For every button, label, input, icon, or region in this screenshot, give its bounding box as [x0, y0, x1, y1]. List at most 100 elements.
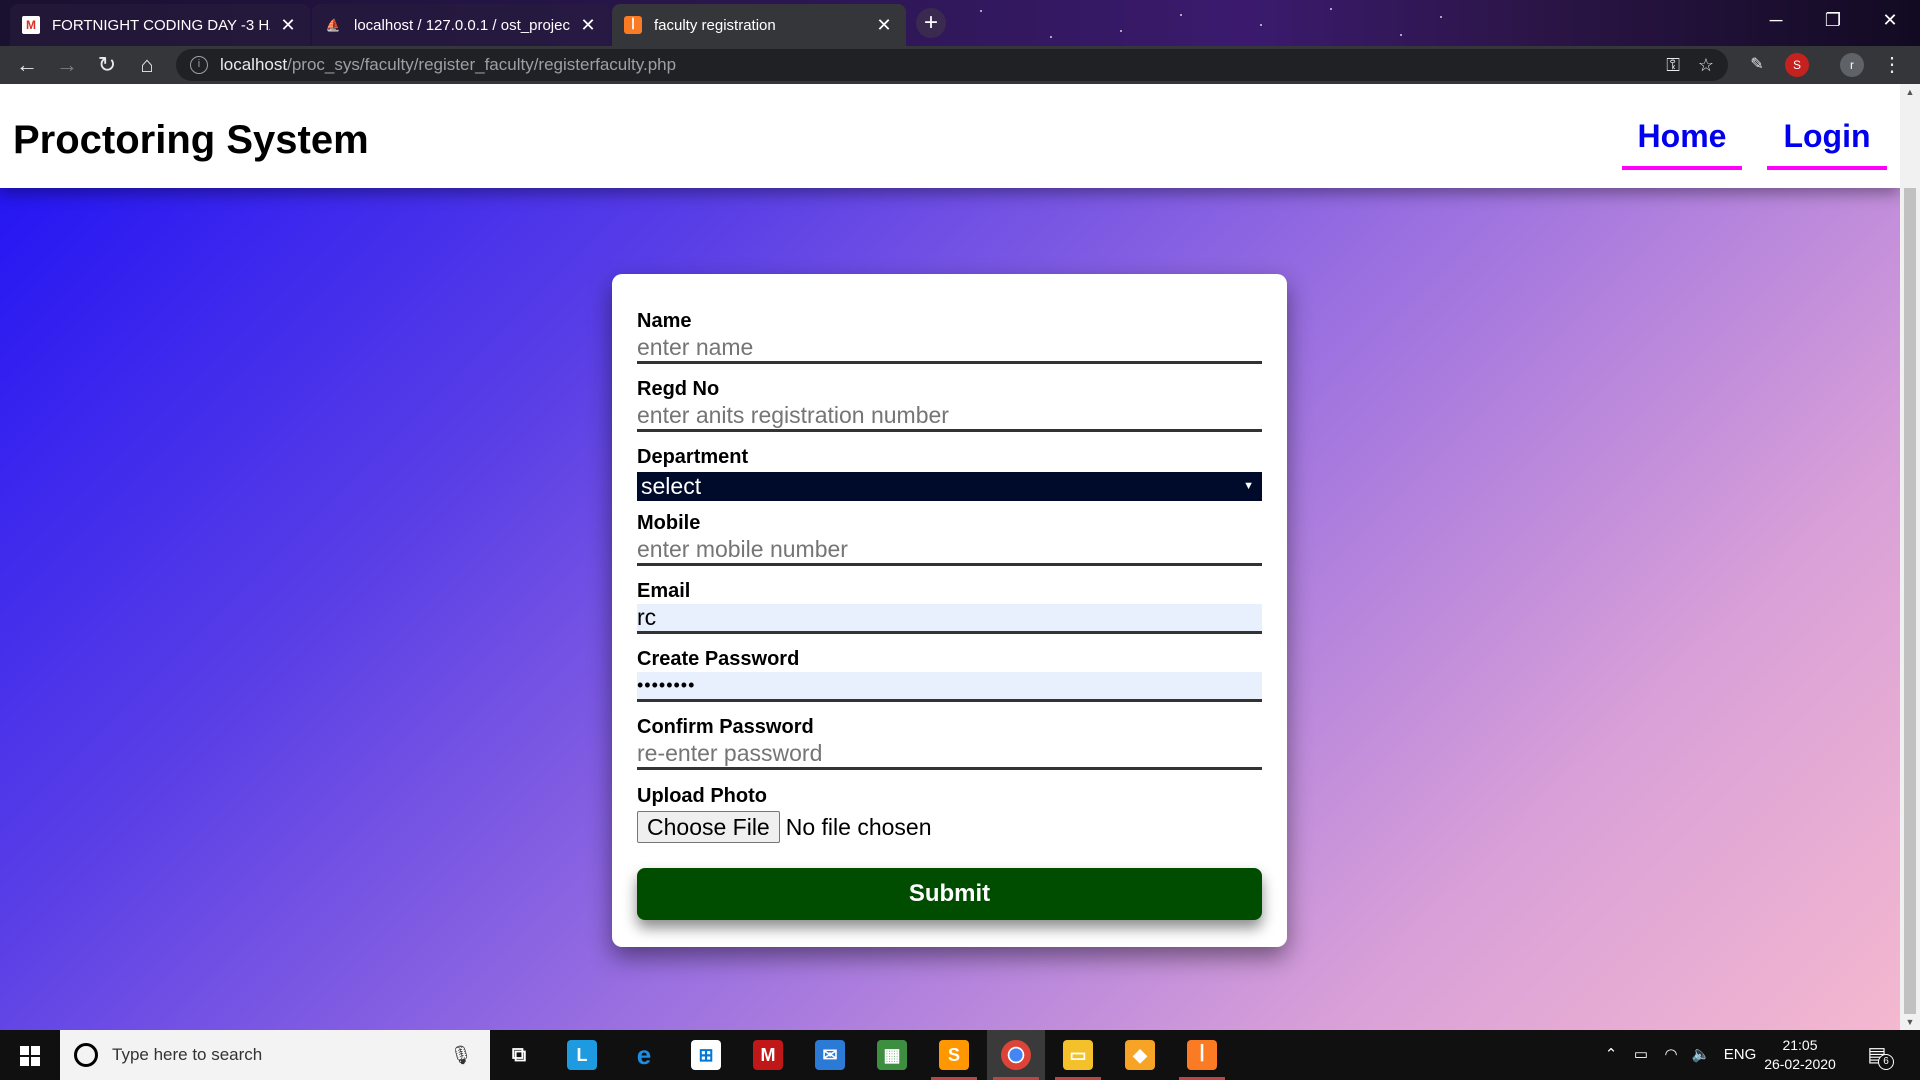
department-selected-value: select [641, 473, 702, 499]
pen-extension-icon[interactable]: ✎ [1745, 53, 1769, 77]
phpmyadmin-icon: ⛵ [325, 18, 341, 32]
package-icon[interactable]: ◆ [1111, 1030, 1169, 1080]
name-label: Name [637, 310, 692, 332]
regd-input[interactable] [637, 402, 1262, 432]
mobile-field: Mobile [637, 512, 1262, 566]
regd-label: Regd No [637, 378, 720, 400]
key-icon[interactable]: ⚿ [1666, 49, 1680, 81]
email-field: Email [637, 580, 1262, 634]
tab-title: faculty registration [654, 16, 776, 34]
nav-home-link[interactable]: Home [1622, 118, 1742, 170]
avatar[interactable]: r [1840, 53, 1864, 77]
email-label: Email [637, 580, 691, 602]
back-icon[interactable]: ← [12, 50, 42, 80]
start-button[interactable] [0, 1030, 60, 1080]
photo-label: Upload Photo [637, 785, 767, 807]
scroll-up-icon[interactable]: ▲ [1900, 84, 1920, 100]
page-scrollbar[interactable]: ▲ ▼ [1900, 84, 1920, 1030]
close-window-button[interactable]: ✕ [1862, 0, 1918, 40]
extension-icon[interactable]: S [1785, 53, 1809, 77]
task-view-icon[interactable]: ⧉ [490, 1030, 548, 1080]
chrome-icon[interactable] [987, 1030, 1045, 1080]
l-app-icon[interactable]: L [553, 1030, 611, 1080]
dropdown-arrow-icon: ▼ [1243, 480, 1254, 492]
photo-field: Upload Photo Choose File No file chosen [637, 785, 1262, 843]
close-icon[interactable]: ✕ [874, 15, 894, 36]
confirm-password-input[interactable] [637, 740, 1262, 770]
page-viewport: Proctoring System Home Login Name Regd N… [0, 84, 1900, 1030]
url-host: localhost [220, 55, 288, 74]
regd-field: Regd No [637, 378, 1262, 432]
file-input: Choose File No file chosen [637, 811, 1262, 843]
scrollbar-thumb[interactable] [1904, 188, 1916, 1014]
close-icon[interactable]: ✕ [578, 15, 598, 36]
file-status: No file chosen [785, 813, 932, 840]
mail-icon[interactable]: ✉ [801, 1030, 859, 1080]
language-indicator[interactable]: ENG [1720, 1030, 1760, 1080]
new-tab-button[interactable]: + [916, 8, 946, 38]
department-label: Department [637, 446, 749, 468]
xampp-icon: ꟾ [624, 16, 642, 34]
site-header: Proctoring System Home Login [0, 84, 1900, 188]
restore-button[interactable]: ❐ [1805, 0, 1861, 40]
clock-time: 21:05 [1782, 1037, 1818, 1053]
tab-title: localhost / 127.0.0.1 / ost_project [354, 16, 570, 34]
close-icon[interactable]: ✕ [278, 15, 298, 36]
choose-file-button[interactable]: Choose File [637, 811, 780, 843]
confirm-password-label: Confirm Password [637, 716, 814, 738]
edge-icon[interactable]: e [615, 1030, 673, 1080]
registration-form-card: Name Regd No Department select ▼ Mobile … [612, 274, 1287, 947]
browser-toolbar: ← → ↻ ⌂ i localhost/proc_sys/faculty/reg… [0, 46, 1920, 84]
show-hidden-icons-icon[interactable]: ⌃ [1598, 1030, 1624, 1080]
volume-icon[interactable]: 🔈 [1688, 1030, 1714, 1080]
image-app-icon[interactable]: ▦ [863, 1030, 921, 1080]
name-field: Name [637, 310, 1262, 364]
url-path: /proc_sys/faculty/register_faculty/regis… [287, 55, 677, 74]
mcafee-icon[interactable]: M [739, 1030, 797, 1080]
mobile-label: Mobile [637, 512, 701, 534]
notifications-icon[interactable]: ▤ 6 [1862, 1040, 1894, 1070]
battery-icon[interactable]: ▭ [1628, 1030, 1654, 1080]
clock[interactable]: 21:05 26-02-2020 [1760, 1036, 1840, 1074]
browser-tab-strip: M FORTNIGHT CODING DAY -3 HACK ✕ ⛵ local… [0, 0, 1920, 46]
scroll-down-icon[interactable]: ▼ [1900, 1014, 1920, 1030]
nav-login-link[interactable]: Login [1767, 118, 1887, 170]
cortana-icon [74, 1043, 98, 1067]
clock-date: 26-02-2020 [1764, 1056, 1836, 1072]
minimize-button[interactable]: ─ [1748, 0, 1804, 40]
gmail-icon: M [22, 16, 40, 34]
tab-title: FORTNIGHT CODING DAY -3 HACK [52, 16, 270, 34]
notification-count-badge: 6 [1878, 1054, 1894, 1070]
email-input[interactable] [637, 604, 1262, 634]
submit-button[interactable]: Submit [637, 868, 1262, 920]
microphone-icon[interactable]: 🎙 [446, 1045, 476, 1066]
mobile-input[interactable] [637, 536, 1262, 566]
site-title: Proctoring System [13, 118, 369, 162]
address-bar[interactable]: i localhost/proc_sys/faculty/register_fa… [176, 49, 1728, 81]
name-input[interactable] [637, 334, 1262, 364]
store-icon[interactable]: ⊞ [677, 1030, 735, 1080]
wifi-icon[interactable]: ◠ [1658, 1030, 1684, 1080]
search-placeholder: Type here to search [112, 1045, 263, 1064]
confirm-password-field: Confirm Password [637, 716, 1262, 770]
tab-faculty-registration[interactable]: ꟾ faculty registration ✕ [612, 4, 906, 46]
department-field: Department select ▼ [637, 446, 1262, 501]
xampp-taskbar-icon[interactable]: ꟾ [1173, 1030, 1231, 1080]
menu-icon[interactable]: ⋮ [1880, 53, 1904, 77]
tab-gmail[interactable]: M FORTNIGHT CODING DAY -3 HACK ✕ [10, 4, 310, 46]
info-icon[interactable]: i [190, 56, 208, 74]
home-icon[interactable]: ⌂ [132, 50, 162, 80]
password-field: Create Password [637, 648, 1262, 702]
star-icon[interactable]: ☆ [1698, 49, 1714, 81]
sublime-text-icon[interactable]: S [925, 1030, 983, 1080]
password-label: Create Password [637, 648, 800, 670]
reload-icon[interactable]: ↻ [92, 50, 122, 80]
tab-phpmyadmin[interactable]: ⛵ localhost / 127.0.0.1 / ost_project ✕ [312, 4, 610, 46]
windows-logo-icon [20, 1046, 40, 1066]
department-select[interactable]: select ▼ [637, 472, 1262, 501]
taskbar-search[interactable]: Type here to search 🎙 [60, 1030, 490, 1080]
file-explorer-icon[interactable]: ▭ [1049, 1030, 1107, 1080]
windows-taskbar: Type here to search 🎙 ⧉ L e ⊞ M ✉ ▦ S ▭ … [0, 1030, 1920, 1080]
forward-icon[interactable]: → [52, 50, 82, 80]
password-input[interactable] [637, 672, 1262, 702]
